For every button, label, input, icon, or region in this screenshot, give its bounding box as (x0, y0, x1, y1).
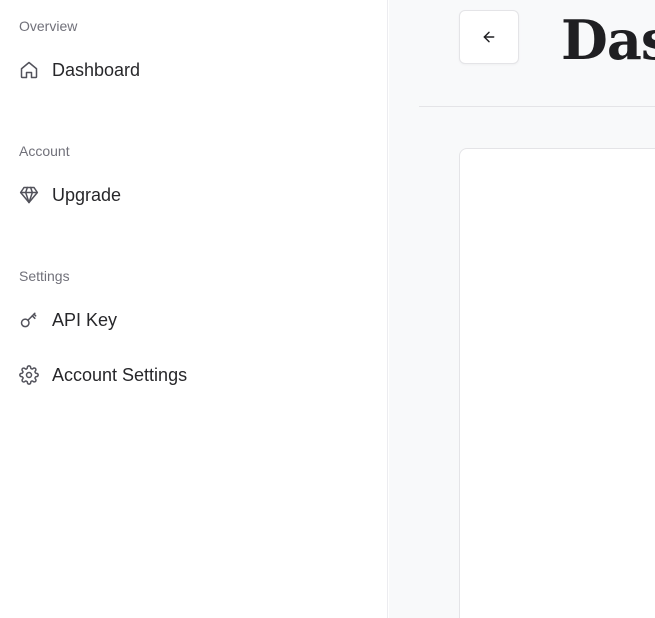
back-button[interactable] (459, 10, 519, 64)
sidebar-item-label: Dashboard (52, 59, 141, 80)
sidebar: Overview Dashboard Account Upgrade Setti… (0, 0, 388, 618)
sidebar-item-upgrade[interactable]: Upgrade (19, 183, 121, 207)
sidebar-item-api-key[interactable]: API Key (19, 308, 117, 332)
content-card (459, 148, 655, 618)
sidebar-item-label: API Key (52, 309, 118, 330)
arrow-left-icon (481, 29, 497, 45)
section-label-account: Account (19, 143, 70, 159)
main-content: Dashboard (389, 0, 655, 618)
gear-icon (19, 365, 39, 385)
diamond-icon (19, 185, 39, 205)
sidebar-item-label: Account Settings (52, 364, 188, 385)
header-divider (419, 106, 655, 107)
sidebar-item-dashboard[interactable]: Dashboard (19, 58, 140, 82)
section-label-settings: Settings (19, 268, 70, 284)
home-icon (19, 60, 39, 80)
section-label-overview: Overview (19, 18, 78, 34)
sidebar-item-account-settings[interactable]: Account Settings (19, 363, 187, 387)
page-title: Dashboard (561, 8, 655, 72)
sidebar-item-label: Upgrade (52, 184, 122, 205)
key-icon (19, 310, 39, 330)
